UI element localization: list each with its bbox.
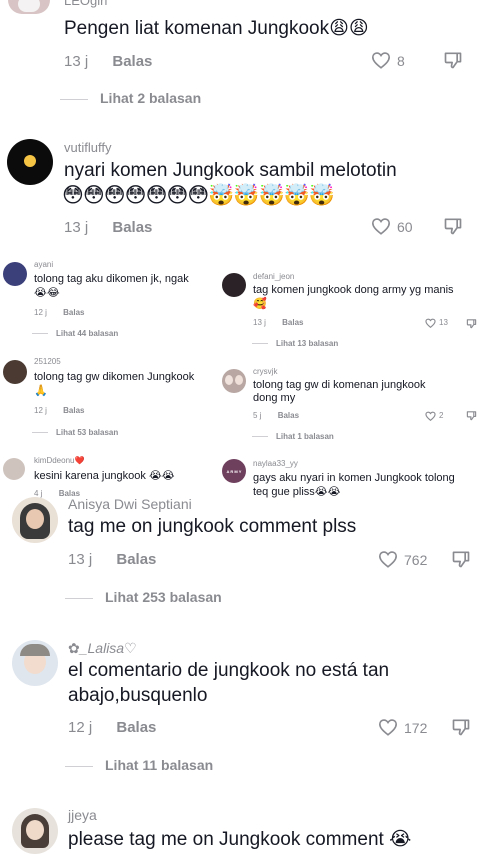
comment-username[interactable]: crysvjk: [253, 367, 277, 376]
reply-button[interactable]: Balas: [116, 551, 156, 568]
comment-text: Pengen liat komenan Jungkook😩😩: [64, 18, 369, 39]
comment-time: 12 j: [68, 719, 93, 736]
like-count: 8: [397, 53, 405, 69]
comment-meta: 13 j Balas: [253, 318, 304, 327]
comment-text-line2: abajo,busquenlo: [68, 685, 208, 706]
comment-time: 12 j: [34, 308, 47, 317]
comment-text-line2: teq gue pliss😭😭: [253, 486, 341, 498]
avatar[interactable]: A R M Y: [222, 459, 246, 483]
reply-button[interactable]: Balas: [282, 318, 303, 327]
comment-username[interactable]: ayani: [34, 260, 53, 269]
dislike-icon[interactable]: [451, 549, 471, 569]
like-count: 60: [397, 219, 413, 235]
comment-time: 13 j: [253, 318, 266, 327]
like-heart-icon[interactable]: [425, 318, 436, 328]
comment-time: 12 j: [34, 406, 47, 415]
like-count: 762: [404, 552, 428, 568]
comment-meta: 13 j Balas: [64, 219, 152, 236]
comment-text-line2: 😳😳😳😳😳😳😳🤯🤯🤯🤯🤯: [62, 184, 335, 207]
comment-text-line1: tolong tag gw dikomen Jungkook: [34, 371, 195, 383]
avatar[interactable]: [12, 808, 58, 854]
comment-text-line1: tolong tag aku dikomen jk, ngak: [34, 273, 189, 285]
comment-text-line1: tolong tag gw di komenan jungkook: [253, 379, 426, 391]
comment-text-line1: tag komen jungkook dong army yg manis: [253, 284, 454, 296]
comment-time: 13 j: [64, 219, 89, 236]
reply-button[interactable]: Balas: [278, 411, 299, 420]
reply-button[interactable]: Balas: [112, 219, 152, 236]
like-heart-icon[interactable]: [425, 411, 436, 421]
comment-text-line2: 🥰: [253, 298, 267, 310]
view-replies-button[interactable]: Lihat 2 balasan: [60, 90, 201, 106]
avatar[interactable]: [12, 497, 58, 543]
comment-text-line2: 😭😂: [34, 287, 60, 299]
like-heart-icon[interactable]: [371, 217, 391, 235]
avatar[interactable]: [8, 0, 50, 14]
view-replies-button[interactable]: Lihat 253 balasan: [65, 589, 222, 605]
comment-text: tag me on jungkook comment plss: [68, 516, 357, 537]
view-replies-button[interactable]: Lihat 44 balasan: [32, 329, 118, 338]
view-replies-button[interactable]: Lihat 53 balasan: [32, 428, 118, 437]
comment-meta: 12 j Balas: [68, 719, 156, 736]
comment-username[interactable]: LEOgirl: [64, 0, 107, 8]
like-heart-icon[interactable]: [378, 718, 398, 736]
avatar[interactable]: [12, 640, 58, 686]
comment-username[interactable]: vutifluffy: [64, 140, 111, 155]
avatar[interactable]: [3, 360, 27, 384]
comment-username[interactable]: 251205: [34, 357, 61, 366]
comment-username[interactable]: naylaa33_yy: [253, 459, 298, 468]
comment-text-line2: 🙏: [34, 385, 48, 397]
reply-button[interactable]: Balas: [63, 406, 84, 415]
avatar[interactable]: [3, 262, 27, 286]
like-count: 13: [439, 318, 448, 327]
comment-username[interactable]: ✿_Lalisa♡: [68, 640, 137, 657]
like-count: 172: [404, 720, 428, 736]
avatar[interactable]: [3, 458, 25, 480]
comment-username[interactable]: Anisya Dwi Septiani: [68, 496, 192, 512]
reply-button[interactable]: Balas: [63, 308, 84, 317]
dislike-icon[interactable]: [443, 50, 463, 70]
view-replies-button[interactable]: Lihat 13 balasan: [252, 339, 338, 348]
comment-username[interactable]: kimDdeonu❤️: [34, 456, 84, 465]
avatar[interactable]: [222, 369, 246, 393]
comment-text-line2: dong my: [253, 392, 296, 404]
avatar[interactable]: [7, 139, 53, 185]
like-heart-icon[interactable]: [378, 550, 398, 568]
comment-text-line1: nyari komen Jungkook sambil melototin: [64, 160, 397, 181]
comment-time: 5 j: [253, 411, 262, 420]
comment-text: kesini karena jungkook 😭😭: [34, 470, 175, 482]
comment-time: 13 j: [68, 551, 93, 568]
comment-meta: 12 j Balas: [34, 308, 85, 317]
dislike-icon[interactable]: [466, 318, 477, 329]
comment-text: please tag me on Jungkook comment 😭: [68, 829, 412, 850]
avatar[interactable]: [222, 273, 246, 297]
comment-meta: 13 j Balas: [64, 53, 152, 70]
view-replies-button[interactable]: Lihat 1 balasan: [252, 432, 334, 441]
comment-text-line1: el comentario de jungkook no está tan: [68, 660, 390, 681]
like-heart-icon[interactable]: [371, 51, 391, 69]
dislike-icon[interactable]: [466, 410, 477, 421]
comment-text-line1: gays aku nyari in komen Jungkook tolong: [253, 472, 455, 484]
comment-time: 13 j: [64, 53, 89, 70]
comment-meta: 5 j Balas: [253, 411, 299, 420]
dislike-icon[interactable]: [451, 717, 471, 737]
dislike-icon[interactable]: [443, 216, 463, 236]
reply-button[interactable]: Balas: [112, 53, 152, 70]
like-count: 2: [439, 411, 444, 420]
avatar-label: A R M Y: [226, 468, 242, 474]
reply-button[interactable]: Balas: [116, 719, 156, 736]
view-replies-button[interactable]: Lihat 11 balasan: [65, 757, 213, 773]
comment-username[interactable]: jjeya: [68, 807, 97, 823]
comment-username[interactable]: defani_jeon: [253, 272, 294, 281]
comment-meta: 12 j Balas: [34, 406, 85, 415]
comment-meta: 13 j Balas: [68, 551, 156, 568]
